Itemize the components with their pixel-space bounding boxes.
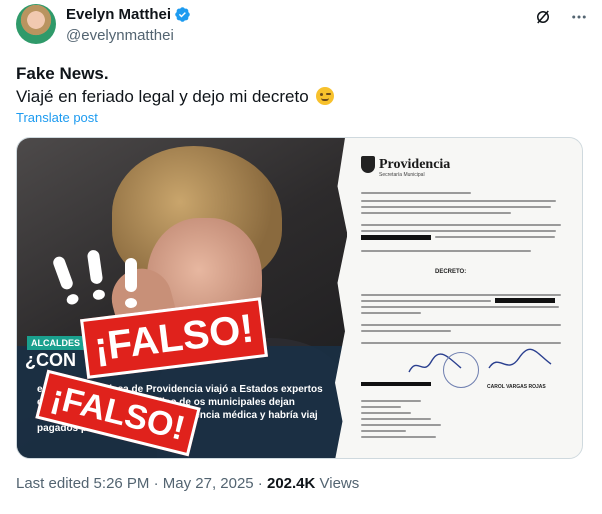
verified-badge-icon [175,6,190,22]
decree-document: Providencia Secretaría Municipal DECRETO… [335,138,582,458]
document-brand: Providencia [379,156,451,172]
author-handle[interactable]: @evelynmatthei [66,27,191,44]
tweet-text: Fake News. Viajé en feriado legal y dejo… [16,62,586,108]
author-display-name[interactable]: Evelyn Matthei [66,6,171,23]
tweet-media[interactable]: ALCALDES EN ¿CON entonces alcaldesa de P… [16,137,583,459]
document-line [361,330,451,332]
document-line [361,324,561,326]
tweet-meta: Last edited 5:26 PM · May 27, 2025 · 202… [16,475,359,492]
tweet-title: Fake News. [16,64,109,83]
tweet-header: Evelyn Matthei @evelynmatthei [16,4,590,48]
document-line [361,212,511,214]
document-line [361,300,491,302]
redacted-block [361,382,431,386]
exclamation-icon [51,254,75,292]
document-line [361,424,441,426]
official-seal-icon [443,352,479,388]
views-count: 202.4K [266,475,316,492]
avatar[interactable] [16,4,56,44]
document-line [361,294,561,296]
signature-icon [488,348,552,369]
last-edited-timestamp[interactable]: Last edited 5:26 PM · May 27, 2025 · [16,475,267,492]
winking-face-emoji-icon [316,87,335,105]
redacted-block [495,298,555,303]
document-line [361,430,406,432]
providencia-logo: Providencia [361,156,450,173]
document-line [361,250,531,252]
document-line [361,406,401,408]
document-brand-sub: Secretaría Municipal [379,172,425,178]
news-photo: ALCALDES EN ¿CON entonces alcaldesa de P… [17,138,347,458]
document-line [361,400,421,402]
document-line [361,206,551,208]
document-line [361,412,411,414]
exclamation-icon [86,249,104,285]
document-line [361,230,556,232]
document-line [361,306,559,308]
author-block: Evelyn Matthei @evelynmatthei [66,4,191,44]
document-signer: CAROL VARGAS ROJAS [487,384,546,390]
caption-title: ¿CON [25,350,76,370]
document-line [361,192,471,194]
tweet-body: Viajé en feriado legal y dejo mi decreto [16,87,309,106]
more-icon[interactable] [568,6,590,28]
grok-icon[interactable] [532,6,554,28]
document-line [361,342,561,344]
exclamation-icon [125,258,137,308]
crest-icon [361,156,375,173]
redacted-block [361,235,431,240]
tweet-body-line: Viajé en feriado legal y dejo mi decreto [16,85,586,108]
translate-post-link[interactable]: Translate post [16,110,98,125]
document-line [361,418,431,420]
document-line [361,224,561,226]
document-line [361,200,556,202]
document-line [361,436,436,438]
document-heading: DECRETO: [435,269,467,275]
document-line [435,236,555,238]
document-line [361,312,421,314]
views-label: Views [315,475,360,492]
